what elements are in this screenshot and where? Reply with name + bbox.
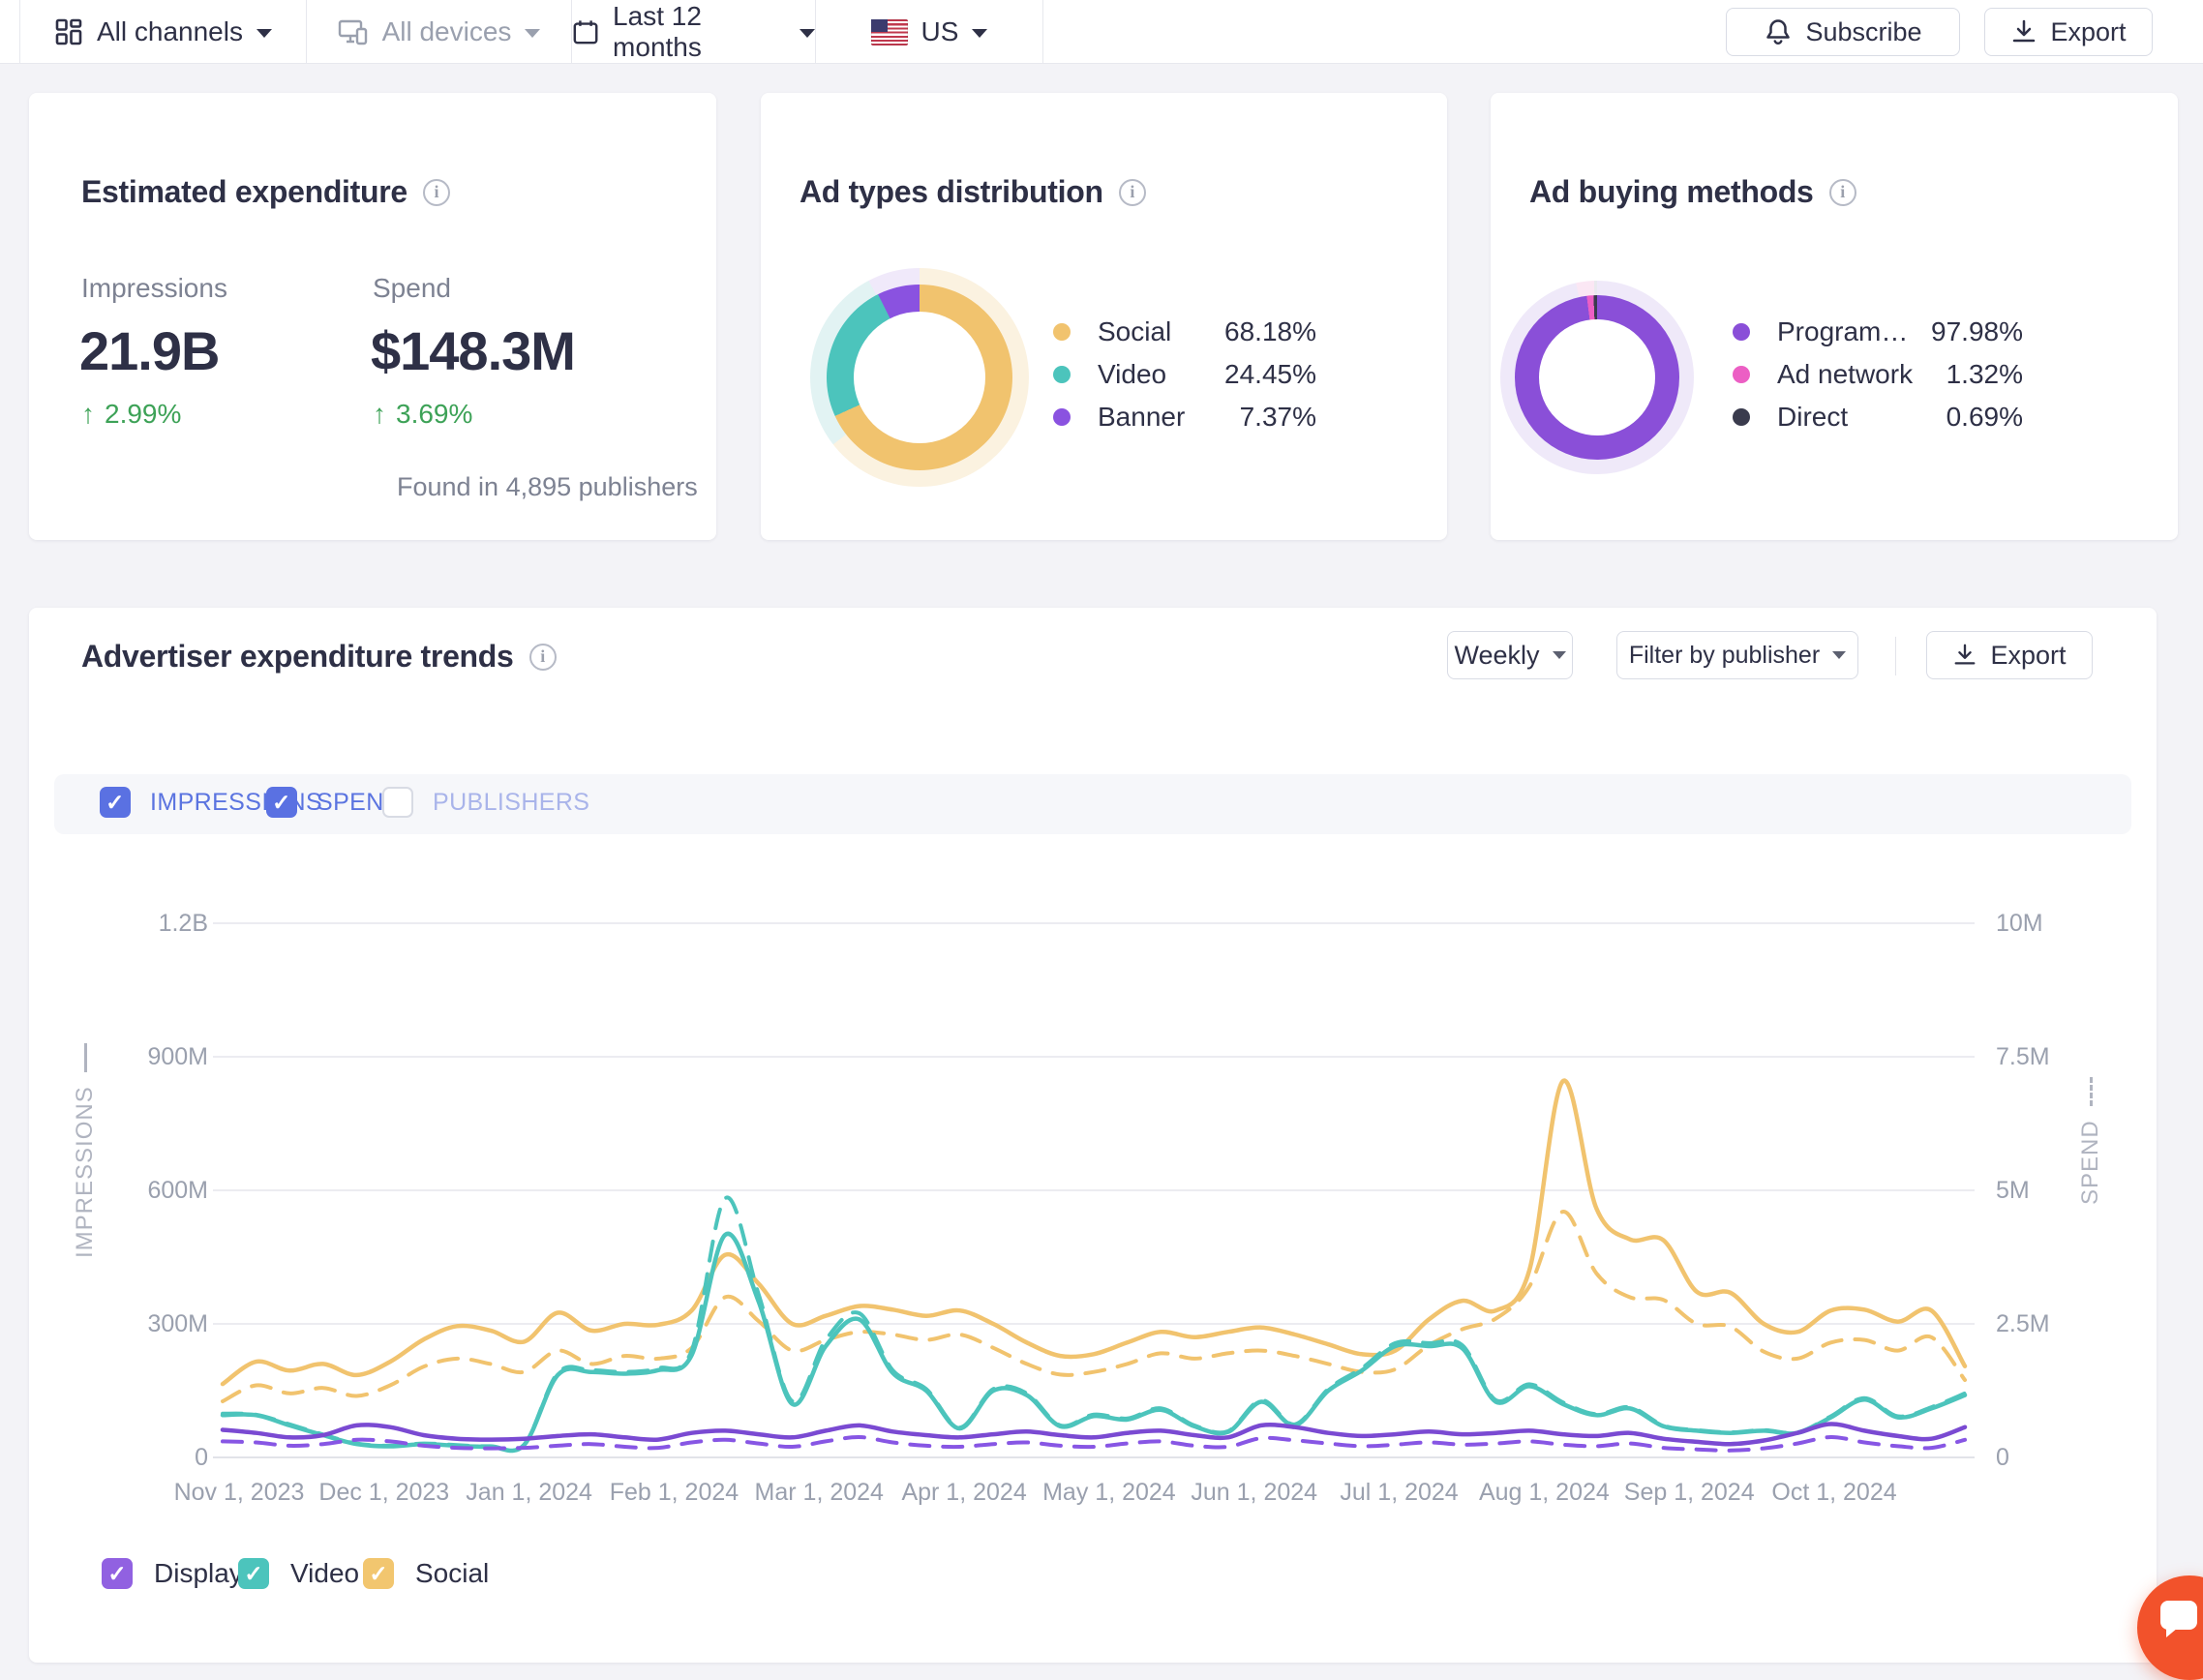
legend-toggle-video[interactable]: ✓ Video bbox=[238, 1558, 359, 1589]
chat-icon bbox=[2160, 1601, 2197, 1637]
x-axis-tick: Apr 1, 2024 bbox=[901, 1479, 1027, 1506]
left-axis-tick: 600M bbox=[147, 1177, 208, 1204]
right-axis-title: SPEND bbox=[2077, 1077, 2104, 1205]
right-axis-tick: 0 bbox=[1996, 1444, 2009, 1471]
right-axis-tick: 10M bbox=[1996, 910, 2043, 937]
series-social-spend bbox=[221, 1210, 1967, 1403]
x-axis-tick: May 1, 2024 bbox=[1042, 1479, 1176, 1506]
checkbox[interactable]: ✓ bbox=[363, 1558, 394, 1589]
x-axis-tick: Sep 1, 2024 bbox=[1623, 1479, 1755, 1506]
trends-line-chart bbox=[213, 922, 1975, 1458]
x-axis-tick: Nov 1, 2023 bbox=[173, 1479, 305, 1506]
left-axis-tick: 1.2B bbox=[158, 910, 208, 937]
x-axis-tick: Mar 1, 2024 bbox=[754, 1479, 884, 1506]
x-axis-tick: Oct 1, 2024 bbox=[1771, 1479, 1897, 1506]
checkbox[interactable]: ✓ bbox=[102, 1558, 133, 1589]
x-axis-tick: Jun 1, 2024 bbox=[1191, 1479, 1318, 1506]
legend-toggle-display[interactable]: ✓ Display bbox=[102, 1558, 243, 1589]
left-axis-tick: 300M bbox=[147, 1310, 208, 1337]
checkbox[interactable]: ✓ bbox=[238, 1558, 269, 1589]
x-axis-tick: Aug 1, 2024 bbox=[1478, 1479, 1610, 1506]
solid-line-sample-icon bbox=[83, 1043, 87, 1073]
series-video-impressions bbox=[220, 1231, 1968, 1454]
series-social-impressions bbox=[220, 1078, 1968, 1387]
x-axis-tick: Jan 1, 2024 bbox=[466, 1479, 592, 1506]
right-axis-tick: 2.5M bbox=[1996, 1310, 2050, 1337]
right-axis-tick: 5M bbox=[1996, 1177, 2030, 1204]
left-axis-title: IMPRESSIONS bbox=[72, 1043, 99, 1258]
legend-label: Display bbox=[154, 1558, 243, 1588]
x-axis-tick: Feb 1, 2024 bbox=[609, 1479, 739, 1506]
left-axis-tick: 900M bbox=[147, 1043, 208, 1070]
legend-label: Video bbox=[290, 1558, 360, 1588]
series-display-impressions bbox=[220, 1422, 1968, 1447]
left-axis-tick: 0 bbox=[195, 1444, 208, 1471]
legend-toggle-social[interactable]: ✓ Social bbox=[363, 1558, 489, 1589]
x-axis-tick: Dec 1, 2023 bbox=[318, 1479, 450, 1506]
legend-label: Social bbox=[415, 1558, 490, 1588]
x-axis-tick: Jul 1, 2024 bbox=[1340, 1479, 1459, 1506]
right-axis-tick: 7.5M bbox=[1996, 1043, 2050, 1070]
dashed-line-sample-icon bbox=[2089, 1077, 2093, 1107]
